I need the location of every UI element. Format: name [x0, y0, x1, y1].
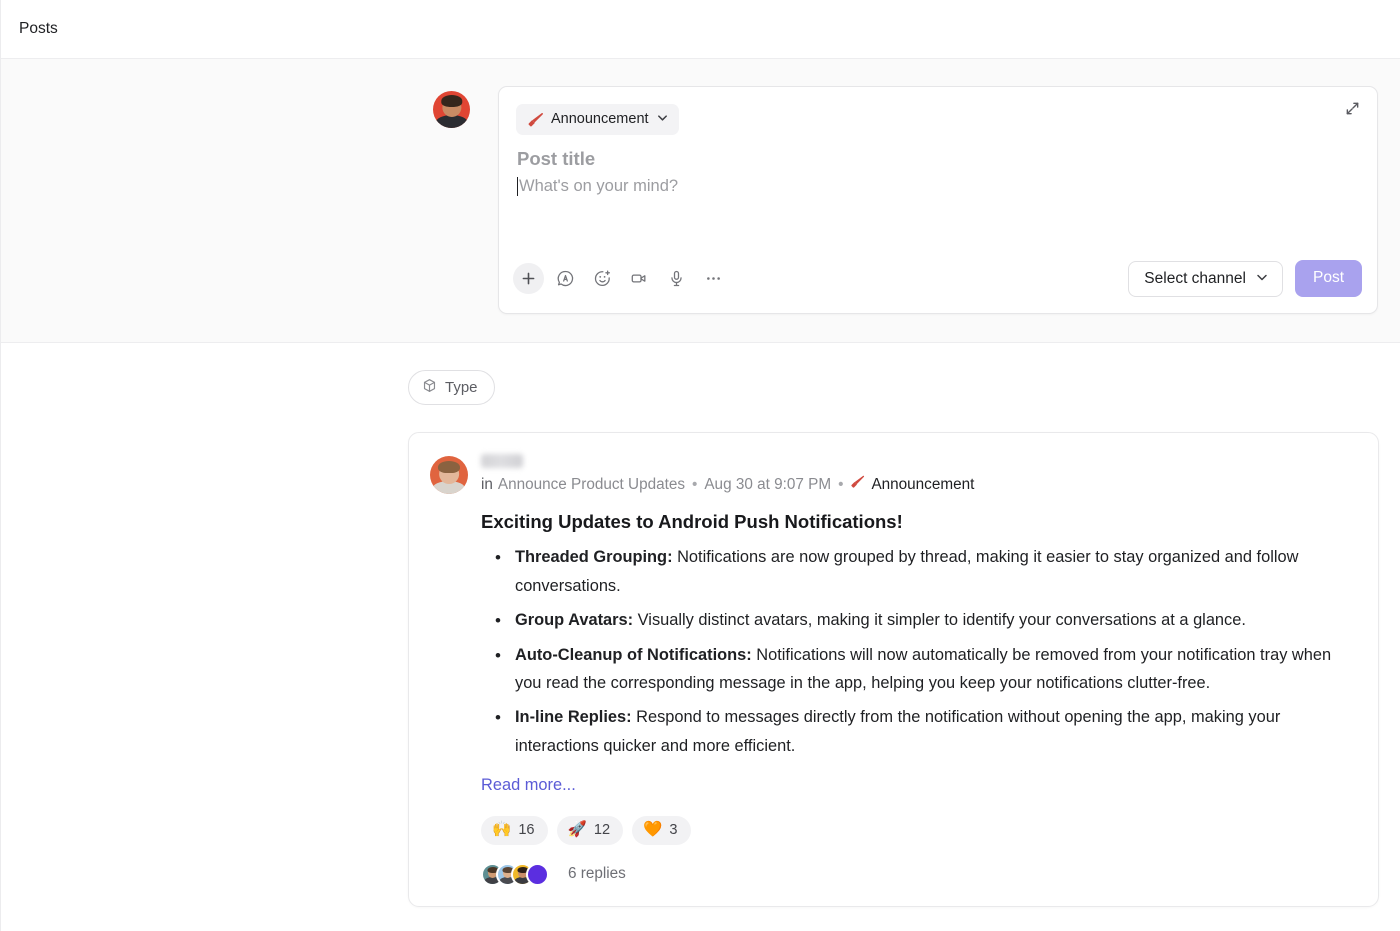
- post-card: in Announce Product Updates • Aug 30 at …: [408, 432, 1379, 907]
- reaction-count: 12: [593, 821, 611, 838]
- chevron-down-icon: [656, 111, 669, 128]
- post-title: Exciting Updates to Android Push Notific…: [481, 511, 903, 533]
- chevron-down-icon: [1255, 270, 1269, 288]
- cube-icon: [422, 378, 437, 397]
- video-icon[interactable]: [624, 263, 655, 294]
- bullet-lead: Auto-Cleanup of Notifications:: [515, 645, 752, 664]
- meta-separator: •: [692, 475, 698, 493]
- channel-select[interactable]: Select channel: [1128, 260, 1283, 297]
- page-title: Posts: [19, 20, 58, 37]
- post-meta-in: in: [481, 475, 493, 493]
- post-body-input[interactable]: What's on your mind?: [517, 175, 1359, 199]
- microphone-icon[interactable]: [661, 263, 692, 294]
- post-author-name: [481, 454, 523, 469]
- bullet-text: Visually distinct avatars, making it sim…: [633, 611, 1246, 630]
- reaction-count: 3: [669, 821, 678, 838]
- posts-page: Posts Announcement Post title What's on …: [0, 0, 1400, 931]
- bullet-lead: In-line Replies:: [515, 708, 632, 727]
- list-item: In-line Replies: Respond to messages dir…: [481, 703, 1356, 760]
- post-body: Exciting Updates to Android Push Notific…: [481, 510, 1356, 886]
- reaction-emoji: 🙌: [492, 821, 512, 839]
- feed-filters: Type: [1, 343, 1400, 406]
- post-reactions: 🙌 16 🚀 12 🧡 3: [481, 815, 1356, 845]
- post-type-selector[interactable]: Announcement: [516, 104, 679, 135]
- post-meta: in Announce Product Updates • Aug 30 at …: [481, 474, 974, 494]
- text-caret: [517, 176, 518, 196]
- post-body-placeholder: What's on your mind?: [519, 176, 679, 195]
- page-header: Posts: [1, 0, 1400, 59]
- avatar-photo: [433, 91, 470, 128]
- replies-facepile: [481, 862, 549, 886]
- expand-icon: [1345, 101, 1360, 121]
- megaphone-icon: [527, 111, 544, 128]
- reaction-emoji: 🚀: [567, 821, 587, 839]
- list-item: Threaded Grouping: Notifications are now…: [481, 543, 1356, 600]
- post-channel-name[interactable]: Announce Product Updates: [498, 475, 685, 494]
- post-title-input[interactable]: Post title: [517, 147, 1359, 172]
- emoji-icon[interactable]: [587, 263, 618, 294]
- post-type-badge-label: Announcement: [871, 475, 975, 493]
- post-author-avatar[interactable]: [430, 456, 468, 495]
- replies-count[interactable]: 6 replies: [568, 865, 626, 883]
- read-more-link[interactable]: Read more...: [481, 773, 576, 798]
- post-button[interactable]: Post: [1294, 260, 1362, 297]
- post-bullet-list: Threaded Grouping: Notifications are now…: [481, 543, 1356, 760]
- more-options-icon[interactable]: [698, 263, 729, 294]
- list-item: Auto-Cleanup of Notifications: Notificat…: [481, 641, 1356, 698]
- reaction-chip[interactable]: 🧡 3: [632, 815, 691, 845]
- text-format-icon[interactable]: [550, 263, 581, 294]
- post-timestamp: Aug 30 at 9:07 PM: [704, 475, 832, 493]
- filter-chip-type[interactable]: Type: [408, 370, 495, 406]
- bullet-lead: Group Avatars:: [515, 611, 634, 630]
- post-header-text: in Announce Product Updates • Aug 30 at …: [481, 453, 974, 494]
- post-composer: Announcement Post title What's on your m…: [498, 86, 1378, 314]
- post-header: in Announce Product Updates • Aug 30 at …: [430, 453, 1356, 495]
- channel-select-label: Select channel: [1144, 270, 1246, 288]
- post-type-label: Announcement: [551, 111, 649, 128]
- reaction-chip[interactable]: 🚀 12: [556, 815, 624, 845]
- filter-chip-label: Type: [445, 379, 478, 396]
- meta-separator: •: [838, 475, 844, 493]
- list-item: Group Avatars: Visually distinct avatars…: [481, 606, 1356, 636]
- reaction-emoji: 🧡: [643, 821, 663, 839]
- megaphone-icon: [850, 474, 865, 494]
- composer-tool-icons: [513, 263, 729, 295]
- composer-fields: Post title What's on your mind?: [499, 135, 1377, 199]
- add-attachment-icon[interactable]: [513, 263, 544, 295]
- current-user-avatar[interactable]: [433, 91, 470, 128]
- reaction-count: 16: [518, 821, 535, 838]
- post-type-badge: Announcement: [850, 474, 974, 494]
- bullet-lead: Threaded Grouping:: [515, 548, 673, 567]
- expand-composer-button[interactable]: [1339, 98, 1365, 124]
- composer-section: Announcement Post title What's on your m…: [1, 59, 1400, 343]
- post-replies[interactable]: 6 replies: [481, 862, 1356, 886]
- composer-toolbar: Select channel Post: [499, 260, 1377, 313]
- avatar: [526, 862, 549, 886]
- composer-actions: Select channel Post: [1128, 260, 1362, 297]
- reaction-chip[interactable]: 🙌 16: [481, 815, 548, 845]
- avatar-photo: [430, 456, 468, 495]
- posts-feed: Type in Announce Product Updates • Aug 3…: [1, 343, 1400, 907]
